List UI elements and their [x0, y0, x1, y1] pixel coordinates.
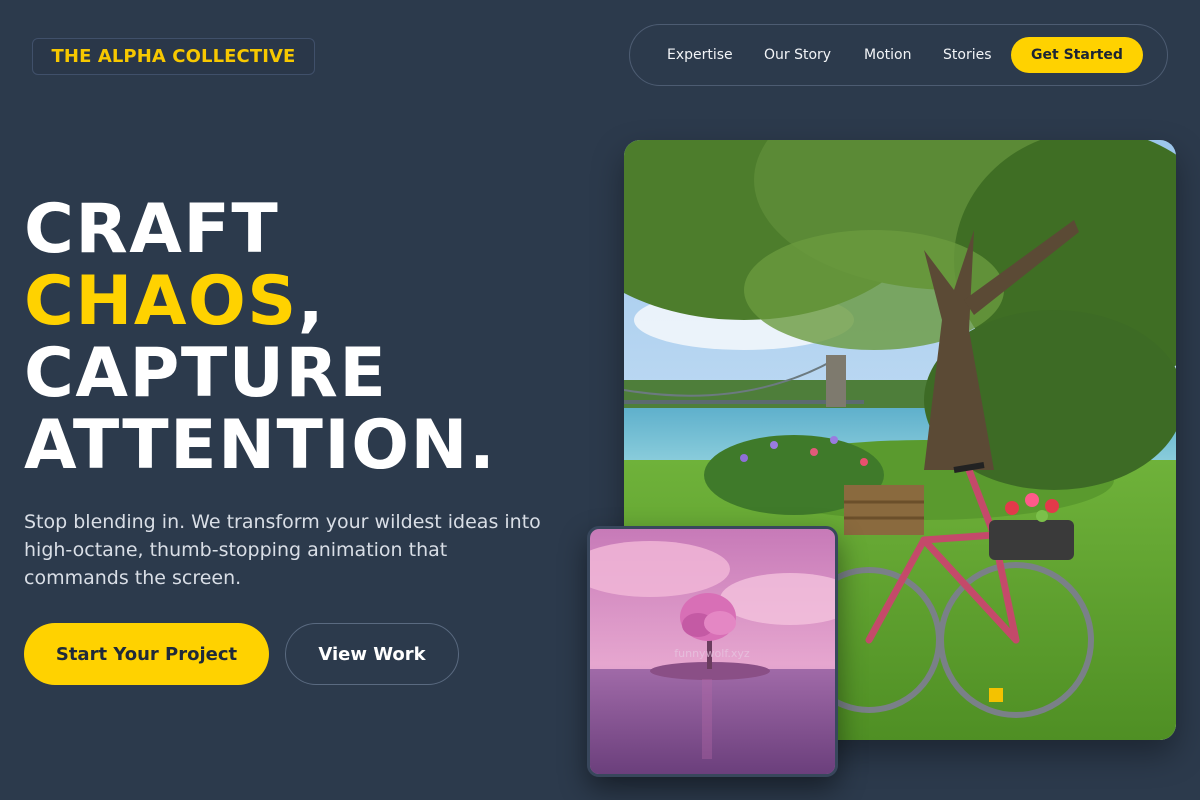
view-work-button[interactable]: View Work: [285, 623, 459, 685]
get-started-button[interactable]: Get Started: [1011, 37, 1143, 73]
nav-link-our-story[interactable]: Our Story: [764, 25, 831, 85]
nav-link-expertise[interactable]: Expertise: [667, 25, 733, 85]
headline-line-1: CRAFT: [24, 190, 280, 269]
brand-name: THE ALPHA COLLECTIVE: [51, 46, 296, 67]
brand-logo[interactable]: THE ALPHA COLLECTIVE: [32, 38, 315, 75]
watermark-text: funnywolf.xyz: [674, 647, 750, 660]
hero-headline: CRAFT CHAOS, CAPTURE ATTENTION.: [24, 194, 496, 482]
headline-line-3: CAPTURE: [24, 334, 388, 413]
start-project-button[interactable]: Start Your Project: [24, 623, 269, 685]
inset-photo: funnywolf.xyz: [587, 526, 838, 777]
main-nav: Expertise Our Story Motion Stories Get S…: [629, 24, 1168, 86]
headline-accent: CHAOS: [24, 262, 298, 341]
headline-line-2: CHAOS,: [24, 266, 496, 338]
nav-link-motion[interactable]: Motion: [864, 25, 911, 85]
hero-subtext: Stop blending in. We transform your wild…: [24, 511, 541, 589]
pink-tree-island-image: funnywolf.xyz: [590, 529, 835, 774]
nav-link-stories[interactable]: Stories: [943, 25, 992, 85]
headline-line-4: ATTENTION.: [24, 406, 497, 485]
headline-line-2-rest: ,: [297, 262, 326, 341]
